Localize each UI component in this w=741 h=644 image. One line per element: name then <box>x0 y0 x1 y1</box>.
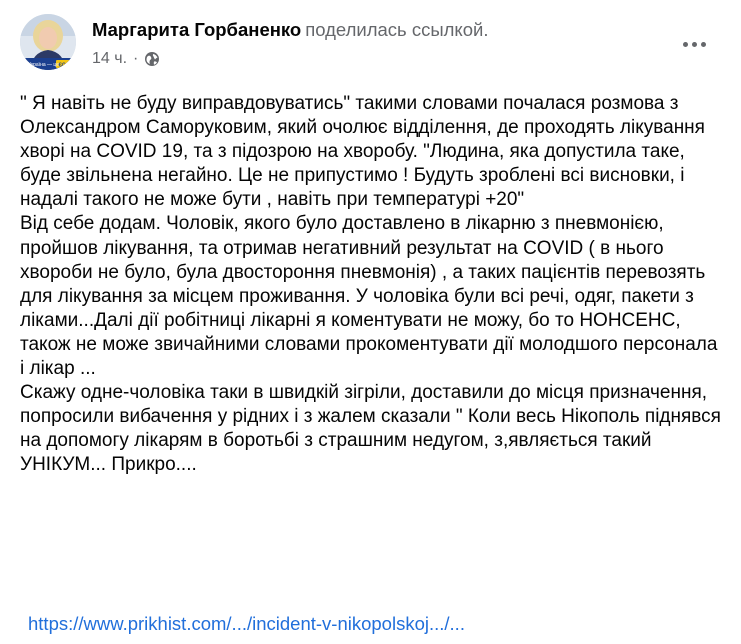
author-action: поделилась ссылкой. <box>305 19 489 40</box>
post-header: Україна — це ЄС Маргарита Горбаненко поде… <box>20 14 720 74</box>
post-paragraph: " Я навіть не буду виправдовуватись" так… <box>20 93 705 211</box>
post-paragraph: Скажу одне-чоловіка таки в швидкій зігрі… <box>20 382 721 476</box>
globe-icon[interactable] <box>144 51 160 67</box>
facebook-post: Україна — це ЄС Маргарита Горбаненко поде… <box>0 0 741 644</box>
author-name[interactable]: Маргарита Горбаненко <box>92 19 301 40</box>
author-line: Маргарита Горбаненко поделилась ссылкой. <box>92 17 488 43</box>
post-paragraph: Від себе додам. Чоловік, якого було дост… <box>20 213 718 380</box>
meta-separator: · <box>133 50 139 67</box>
avatar-photo: Україна — це ЄС <box>20 14 76 70</box>
avatar[interactable]: Україна — це ЄС <box>20 14 76 70</box>
post-meta: 14 ч. · <box>92 49 160 69</box>
shared-link[interactable]: https://www.prikhist.com/.../incident-v-… <box>28 612 465 636</box>
post-timestamp[interactable]: 14 ч. <box>92 49 127 69</box>
post-text: " Я навіть не буду виправдовуватись" так… <box>20 92 726 478</box>
more-options-icon[interactable] <box>676 32 712 56</box>
avatar-badge: ЄС <box>59 63 67 69</box>
avatar-caption: Україна — це <box>28 62 59 68</box>
